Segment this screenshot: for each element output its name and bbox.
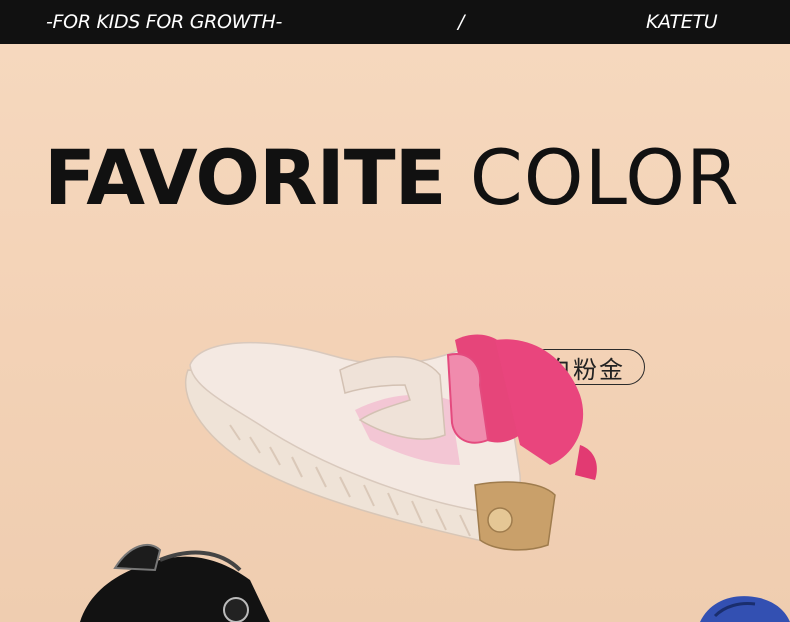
separator-text: /	[458, 11, 465, 33]
brand-text: KATETU	[646, 11, 718, 33]
shoe-image-black	[80, 543, 270, 622]
title-bold-word: FAVORITE	[44, 133, 447, 222]
page-title: FAVORITE COLOR	[44, 128, 764, 228]
tagline-text: -FOR KIDS FOR GROWTH-	[46, 11, 283, 33]
shoe-image-blue	[700, 596, 790, 622]
top-banner: -FOR KIDS FOR GROWTH- / KATETU	[0, 0, 790, 44]
title-light-word: COLOR	[469, 133, 740, 222]
